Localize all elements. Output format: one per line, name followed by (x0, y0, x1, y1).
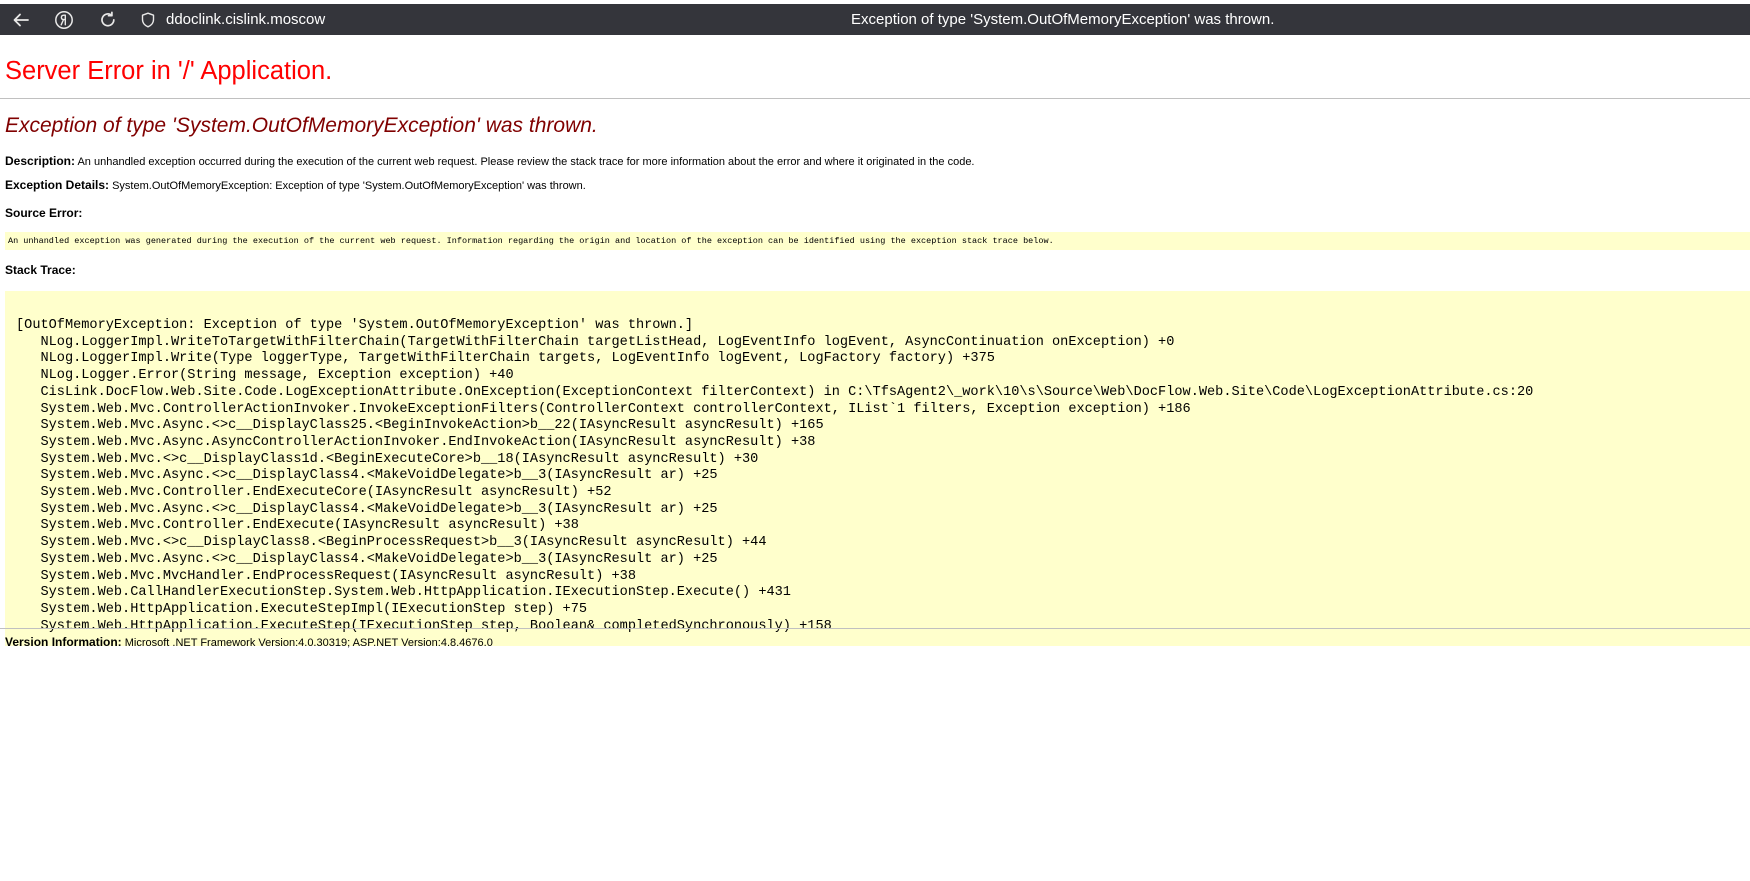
stack-trace-frame: System.Web.HttpApplication.ExecuteStepIm… (16, 601, 588, 617)
stack-trace-frame: System.Web.Mvc.MvcHandler.EndProcessRequ… (16, 568, 636, 584)
stack-trace-frame: System.Web.Mvc.Async.<>c__DisplayClass4.… (16, 468, 718, 484)
stack-trace-frame: NLog.LoggerImpl.WriteToTargetWithFilterC… (16, 334, 1175, 350)
stack-trace-frame: System.Web.Mvc.Controller.EndExecuteCore… (16, 485, 612, 501)
stack-trace-box: [OutOfMemoryException: Exception of type… (5, 291, 1750, 646)
stack-trace-line: Stack Trace: (5, 263, 76, 277)
stack-trace-frame: System.Web.Mvc.Async.<>c__DisplayClass4.… (16, 551, 718, 567)
source-error-box: An unhandled exception was generated dur… (5, 232, 1750, 250)
tab-title: Exception of type 'System.OutOfMemoryExc… (851, 11, 1275, 28)
reload-icon[interactable] (96, 8, 120, 32)
source-error-label: Source Error: (5, 206, 83, 220)
description-text: An unhandled exception occurred during t… (77, 156, 975, 168)
yandex-icon[interactable] (52, 8, 76, 32)
stack-trace-frame: [OutOfMemoryException: Exception of type… (16, 318, 694, 333)
version-info-line: Version Information: Microsoft .NET Fram… (5, 635, 493, 649)
back-arrow-icon[interactable] (9, 8, 33, 32)
divider (0, 98, 1750, 99)
stack-trace-frame: System.Web.Mvc.Async.AsyncControllerActi… (16, 434, 816, 450)
exception-details-label: Exception Details: (5, 178, 110, 192)
address-bar-url[interactable]: ddoclink.cislink.moscow (166, 11, 325, 28)
source-error-line: Source Error: (5, 206, 82, 220)
stack-trace-frame: System.Web.HttpApplication.ExecuteStep(I… (16, 618, 832, 634)
exception-heading: Exception of type 'System.OutOfMemoryExc… (5, 114, 598, 137)
description-label: Description: (5, 154, 76, 168)
stack-trace-frame: System.Web.Mvc.<>c__DisplayClass1d.<Begi… (16, 451, 759, 467)
divider (0, 628, 1750, 629)
description-line: Description: An unhandled exception occu… (5, 154, 975, 168)
stack-trace-frame: System.Web.CallHandlerExecutionStep.Syst… (16, 585, 791, 601)
stack-trace-frame: NLog.Logger.Error(String message, Except… (16, 368, 514, 384)
stack-trace-frame: System.Web.Mvc.ControllerActionInvoker.I… (16, 401, 1191, 417)
exception-details-line: Exception Details: System.OutOfMemoryExc… (5, 178, 586, 192)
shield-icon[interactable] (140, 12, 156, 28)
stack-trace-frame: CisLink.DocFlow.Web.Site.Code.LogExcepti… (16, 384, 1534, 400)
version-text: Microsoft .NET Framework Version:4.0.303… (124, 637, 493, 649)
stack-trace-frame: System.Web.Mvc.Async.<>c__DisplayClass25… (16, 418, 824, 434)
page-title: Server Error in '/' Application. (5, 57, 333, 85)
stack-trace-label: Stack Trace: (5, 263, 76, 277)
version-label: Version Information: (5, 635, 122, 649)
browser-toolbar: ddoclink.cislink.moscow Exception of typ… (0, 4, 1750, 35)
stack-trace-frame: NLog.LoggerImpl.Write(Type loggerType, T… (16, 351, 995, 367)
stack-trace-frame: System.Web.Mvc.Async.<>c__DisplayClass4.… (16, 501, 718, 517)
stack-trace-frame: System.Web.Mvc.<>c__DisplayClass8.<Begin… (16, 535, 767, 551)
exception-details-text: System.OutOfMemoryException: Exception o… (112, 180, 586, 192)
stack-trace-text: [OutOfMemoryException: Exception of type… (16, 318, 1533, 635)
stack-trace-frame: System.Web.Mvc.Controller.EndExecute(IAs… (16, 518, 579, 534)
